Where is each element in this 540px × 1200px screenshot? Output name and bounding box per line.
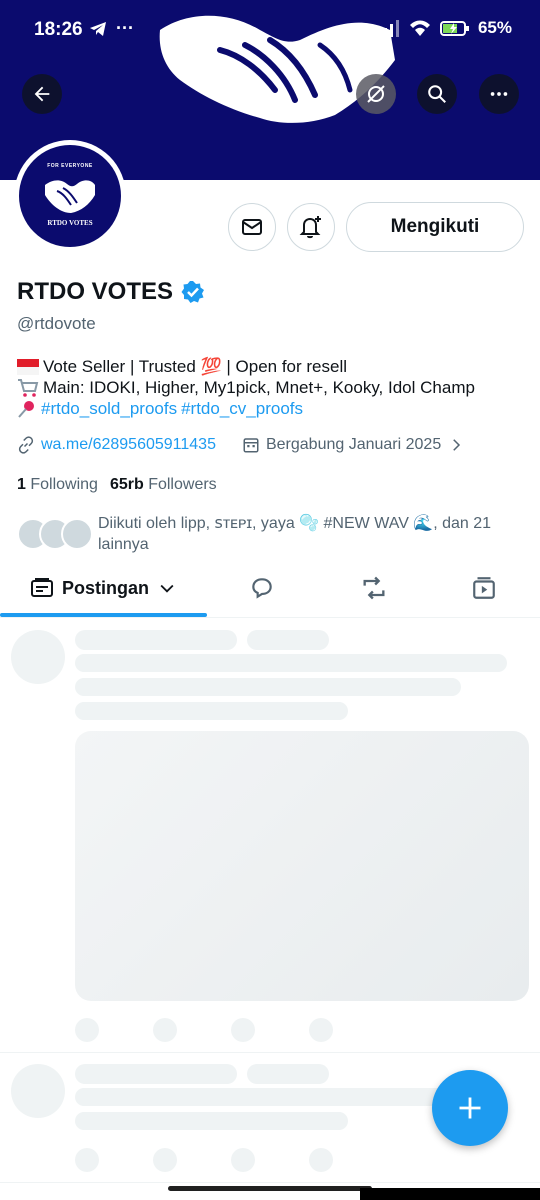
search-button[interactable]	[417, 74, 457, 114]
skeleton-action	[231, 1018, 255, 1042]
bio-line-3: #rtdo_sold_proofs #rtdo_cv_proofs	[17, 398, 527, 419]
handshake-logo-icon	[45, 180, 95, 213]
status-left-icons: ···	[88, 18, 134, 39]
signal-icon	[377, 20, 399, 37]
follower-avatar	[61, 518, 93, 550]
indonesia-flag-icon	[17, 358, 39, 375]
home-indicator[interactable]	[168, 1186, 372, 1191]
bio-line-1: Vote Seller | Trusted 💯 | Open for resel…	[17, 356, 527, 377]
tab-reposts[interactable]	[344, 560, 404, 616]
tab-posts[interactable]: Postingan	[0, 560, 207, 617]
skeleton-action	[153, 1148, 177, 1172]
tab-posts-label: Postingan	[61, 577, 149, 598]
status-right-icons: 65%	[376, 18, 512, 38]
skeleton-action	[309, 1018, 333, 1042]
following-count: 1	[17, 476, 26, 493]
skeleton-action	[75, 1148, 99, 1172]
repost-icon	[363, 576, 385, 600]
wifi-icon	[409, 20, 430, 36]
media-play-icon	[473, 577, 495, 599]
following-button[interactable]: Mengikuti	[346, 202, 524, 252]
followers-label: Followers	[148, 476, 217, 493]
divider	[0, 1182, 540, 1183]
telegram-icon	[90, 21, 106, 36]
followers-count: 65rb	[109, 476, 144, 493]
display-name: RTDO VOTES	[17, 278, 174, 305]
skeleton-line	[75, 1064, 237, 1084]
chevron-down-icon	[160, 584, 174, 593]
battery-percent: 65%	[477, 18, 512, 37]
nav-bar-edge	[360, 1188, 540, 1200]
arrow-left-icon	[34, 86, 50, 102]
bio-text-1: Vote Seller | Trusted 💯 | Open for resel…	[43, 357, 348, 376]
active-tab-indicator	[0, 613, 207, 617]
pushpin-icon	[18, 400, 34, 418]
skeleton-line	[75, 1112, 348, 1130]
avatar-brand-name: RTDO VOTES	[47, 219, 93, 227]
avatar-image: FOR EVERYONE RTDO VOTES	[19, 145, 121, 247]
skeleton-line	[75, 678, 461, 696]
skeleton-line	[247, 630, 329, 650]
bio-text-2: Main: IDOKI, Higher, My1pick, Mnet+, Koo…	[43, 378, 475, 397]
avatar-tagline: FOR EVERYONE	[47, 163, 93, 169]
following-stat[interactable]: 1 Following	[17, 476, 98, 494]
skeleton-action	[75, 1018, 99, 1042]
skeleton-line	[75, 630, 237, 650]
profile-link[interactable]: wa.me/62895605911435	[41, 436, 216, 454]
bell-plus-icon	[299, 216, 321, 239]
envelope-icon	[242, 219, 262, 235]
profile-meta: wa.me/62895605911435 Bergabung Januari 2…	[17, 436, 465, 454]
back-button[interactable]	[22, 74, 62, 114]
calendar-icon	[243, 438, 259, 453]
shopping-cart-icon	[18, 378, 39, 397]
hide-button[interactable]	[356, 74, 396, 114]
profile-bio: Vote Seller | Trusted 💯 | Open for resel…	[17, 356, 527, 419]
skeleton-line	[75, 654, 507, 672]
status-bar: 18:26 ··· 65%	[0, 0, 540, 60]
plus-icon	[459, 1097, 481, 1119]
following-label: Following	[30, 476, 98, 493]
eye-slash-icon	[367, 85, 385, 103]
status-time: 18:26	[34, 19, 83, 40]
skeleton-line	[75, 702, 348, 720]
skeleton-line	[247, 1064, 329, 1084]
bio-line-2: Main: IDOKI, Higher, My1pick, Mnet+, Koo…	[17, 377, 527, 398]
more-button[interactable]	[479, 74, 519, 114]
tab-media[interactable]	[454, 560, 514, 616]
verified-badge-icon	[181, 281, 205, 303]
display-name-row: RTDO VOTES	[17, 278, 205, 306]
more-dots-icon	[490, 92, 508, 96]
skeleton-action	[153, 1018, 177, 1042]
skeleton-media	[75, 731, 529, 1001]
skeleton-avatar	[11, 1064, 65, 1118]
chevron-right-icon[interactable]	[447, 436, 465, 454]
tab-replies[interactable]	[232, 560, 292, 616]
followed-by-text[interactable]: Diikuti oleh lipp, ꜱᴛᴇᴘɪ, yaya 🫧 #NEW WA…	[98, 513, 518, 555]
profile-handle: @rtdovote	[17, 314, 96, 333]
profile-tabs: Postingan	[0, 560, 540, 618]
skeleton-action	[309, 1148, 333, 1172]
skeleton-avatar	[11, 630, 65, 684]
hashtag-sold-proofs[interactable]: #rtdo_sold_proofs	[41, 398, 177, 419]
followed-by-avatars[interactable]	[17, 518, 97, 550]
followers-stat[interactable]: 65rb Followers	[110, 476, 217, 494]
message-button[interactable]	[228, 203, 276, 251]
search-icon	[428, 85, 446, 103]
reply-bubble-icon	[252, 578, 272, 599]
divider	[0, 1052, 540, 1053]
notification-button[interactable]	[287, 203, 335, 251]
more-notifications-icon: ···	[116, 18, 134, 38]
link-icon	[18, 436, 34, 454]
compose-post-button[interactable]	[432, 1070, 508, 1146]
joined-date: Bergabung Januari 2025	[265, 436, 442, 453]
posts-tab-icon	[30, 578, 53, 597]
skeleton-action	[231, 1148, 255, 1172]
avatar[interactable]: FOR EVERYONE RTDO VOTES	[14, 140, 126, 252]
battery-icon	[439, 21, 469, 36]
follow-counts: 1 Following 65rb Followers	[17, 476, 217, 494]
skeleton-line	[75, 1088, 445, 1106]
hashtag-cv-proofs[interactable]: #rtdo_cv_proofs	[181, 398, 303, 419]
